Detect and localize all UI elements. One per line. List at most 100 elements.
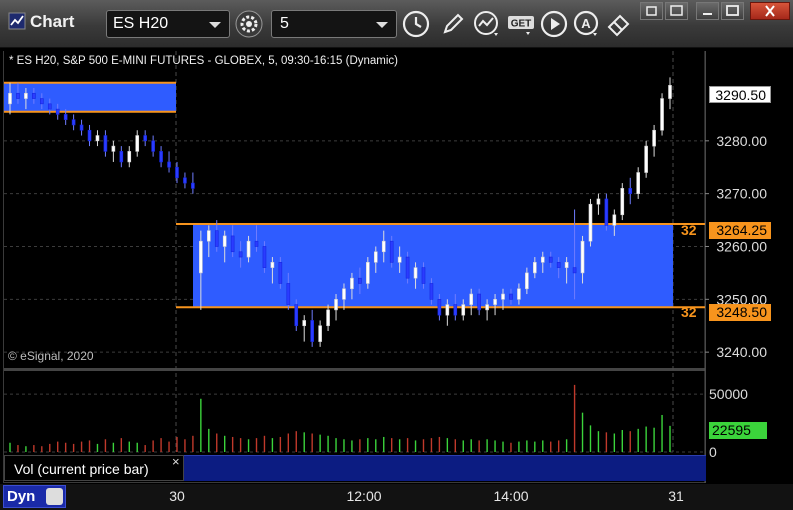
- upper-level-prefix: 32: [681, 222, 697, 238]
- candle-body: [103, 135, 108, 152]
- candle-body: [175, 166, 179, 179]
- volume-pane: [4, 371, 705, 452]
- candle-body: [405, 256, 410, 279]
- candle-body: [63, 114, 68, 120]
- time-tick-1400: 14:00: [493, 488, 529, 504]
- candle-body: [79, 124, 84, 131]
- candle-body: [127, 151, 132, 163]
- candle-body: [254, 240, 259, 247]
- candle-body: [517, 288, 521, 300]
- candle-body: [469, 293, 474, 305]
- candle-body: [318, 325, 322, 342]
- candle-body: [191, 182, 195, 189]
- candle-body: [509, 293, 513, 300]
- candle-body: [326, 309, 330, 327]
- candle-body: [604, 198, 609, 226]
- candle-body: [445, 304, 450, 316]
- candle-body: [485, 304, 489, 311]
- candle-body: [397, 256, 402, 263]
- candle-body: [540, 256, 545, 263]
- candle-body: [143, 135, 147, 142]
- copyright-text: © eSignal, 2020: [8, 349, 94, 363]
- candle-body: [652, 129, 656, 147]
- candle-body: [119, 151, 124, 163]
- candle-body: [381, 240, 386, 253]
- last-volume-label: 22595: [709, 422, 767, 439]
- candle-body: [596, 198, 601, 205]
- candle-body: [350, 277, 354, 290]
- price-tick-label: 3280.00: [716, 133, 767, 149]
- candle-body: [222, 235, 227, 247]
- candle-body: [564, 262, 569, 268]
- time-tick-30: 30: [169, 488, 185, 504]
- time-tick-1200: 12:00: [346, 488, 382, 504]
- price-volume-chart[interactable]: 3240.003250.003260.003270.003280.0005000…: [0, 0, 793, 510]
- candle-body: [310, 320, 314, 342]
- candle-body: [660, 98, 664, 131]
- candle-body: [334, 299, 338, 311]
- volume-tick-label: 0: [709, 444, 717, 460]
- candle-body: [636, 172, 640, 194]
- candle-body: [461, 304, 466, 316]
- candle-body: [286, 283, 291, 305]
- candle-body: [413, 267, 418, 279]
- close-study-icon[interactable]: ×: [172, 454, 180, 469]
- candle-body: [501, 293, 505, 300]
- candle-body: [8, 92, 12, 105]
- candle-body: [644, 145, 648, 173]
- candle-body: [358, 277, 362, 284]
- candle-body: [556, 262, 561, 268]
- candle-body: [612, 214, 617, 226]
- last-price-label: 3290.50: [709, 86, 771, 103]
- candle-body: [580, 240, 585, 274]
- candle-body: [270, 262, 275, 268]
- candle-body: [230, 235, 235, 253]
- lower-level-label[interactable]: 3248.50: [709, 304, 771, 321]
- time-tick-31: 31: [668, 488, 684, 504]
- candle-body: [199, 240, 203, 274]
- price-zone: [4, 82, 176, 112]
- candle-body: [588, 203, 593, 242]
- candle-body: [628, 188, 633, 194]
- dynamic-mode-button[interactable]: Dyn: [3, 485, 66, 508]
- candle-body: [135, 135, 140, 152]
- volume-study-label[interactable]: Vol (current price bar): [4, 455, 184, 481]
- candle-body: [389, 240, 394, 263]
- candle-body: [477, 293, 481, 311]
- candle-body: [183, 177, 187, 184]
- candle-body: [366, 262, 370, 284]
- candle-body: [214, 230, 219, 247]
- candle-body: [437, 299, 442, 316]
- candle-body: [95, 135, 100, 142]
- candle-body: [525, 272, 529, 290]
- candle-body: [87, 129, 92, 142]
- price-tick-label: 3240.00: [716, 344, 767, 360]
- volume-legend-strip: [184, 455, 706, 481]
- volume-tick-label: 50000: [709, 386, 748, 402]
- candle-body: [16, 92, 20, 99]
- candle-body: [55, 108, 60, 115]
- candle-body: [24, 92, 28, 99]
- candle-body: [159, 151, 163, 163]
- candle-body: [167, 161, 171, 168]
- lower-level-prefix: 32: [681, 304, 697, 320]
- candle-body: [493, 299, 497, 305]
- candle-body: [620, 188, 625, 216]
- candle-body: [238, 251, 243, 258]
- candle-body: [342, 288, 346, 300]
- price-tick-label: 3270.00: [716, 186, 767, 202]
- candle-body: [373, 251, 378, 263]
- candle-body: [429, 283, 434, 300]
- candle-body: [294, 304, 299, 327]
- candle-body: [32, 92, 36, 99]
- candle-body: [47, 103, 52, 110]
- candle-body: [206, 230, 211, 242]
- candle-body: [278, 262, 283, 284]
- candle-body: [533, 262, 537, 274]
- candle-body: [262, 246, 267, 268]
- candle-body: [453, 304, 458, 316]
- candle-body: [71, 119, 76, 126]
- upper-level-label[interactable]: 3264.25: [709, 222, 771, 239]
- candle-body: [572, 267, 577, 274]
- candle-body: [548, 256, 553, 263]
